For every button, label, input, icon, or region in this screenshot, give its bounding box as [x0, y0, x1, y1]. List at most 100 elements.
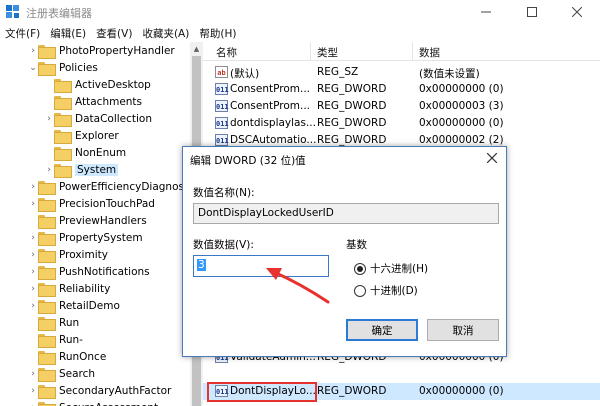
tree-item-label: RunOnce [59, 350, 107, 363]
folder-icon [38, 231, 56, 246]
folder-icon [38, 316, 56, 331]
menu-edit[interactable]: 编辑(E) [45, 26, 91, 41]
column-separator[interactable] [310, 42, 311, 61]
chevron-right-icon[interactable]: › [28, 263, 38, 280]
tree-item[interactable]: PreviewHandlers [28, 212, 147, 229]
chevron-right-icon[interactable]: › [28, 297, 38, 314]
folder-icon [54, 146, 72, 161]
folder-icon [38, 214, 56, 229]
cell-data: 0x00000000 (0) [419, 385, 504, 397]
tree-item[interactable]: ⌄ Policies [28, 59, 98, 76]
tree-item[interactable]: › DataCollection [44, 110, 152, 127]
chevron-right-icon [28, 314, 38, 331]
cancel-button[interactable]: 取消 [427, 319, 499, 341]
close-icon [572, 7, 582, 17]
tree-item[interactable]: Attachments [44, 93, 142, 110]
value-data-text: 3 [197, 259, 206, 271]
cell-name: dontdisplaylas... [230, 117, 316, 129]
radio-dec-label: 十进制(D) [370, 285, 418, 297]
radio-dec-option[interactable]: 十进制(D) [354, 283, 418, 298]
tree-item-label: PushNotifications [59, 265, 150, 278]
column-name-header[interactable]: 名称 [216, 45, 237, 60]
list-row[interactable]: ab (默认) REG_SZ (数值未设置) [203, 64, 600, 81]
cell-type: REG_DWORD [317, 385, 387, 397]
tree-item[interactable]: Explorer [44, 127, 119, 144]
value-name-label: 数值名称(N): [193, 187, 255, 199]
chevron-right-icon[interactable]: › [28, 195, 38, 212]
tree-item[interactable]: › PowerEfficiencyDiagnostic [28, 178, 197, 195]
tree-item-label: PreviewHandlers [59, 214, 147, 227]
close-window-button[interactable] [554, 0, 600, 24]
folder-icon [38, 197, 56, 212]
tree-item[interactable]: › System [44, 161, 119, 178]
tree-item[interactable]: › SecureAssessment [28, 399, 158, 406]
chevron-down-icon[interactable]: ⌄ [28, 59, 38, 76]
list-header: 名称 类型 数据 [203, 42, 600, 61]
chevron-right-icon [44, 127, 54, 144]
chevron-right-icon[interactable]: › [28, 42, 38, 59]
window-title: 注册表编辑器 [26, 7, 92, 20]
value-name-field: DontDisplayLockedUserID [193, 203, 499, 224]
tree-item[interactable]: › Reliability [28, 280, 110, 297]
column-data-header[interactable]: 数据 [419, 45, 440, 60]
cell-type: REG_DWORD [317, 134, 387, 146]
tree-item[interactable]: › PropertySystem [28, 229, 143, 246]
dialog-close-button[interactable] [482, 149, 502, 167]
cell-name: ConsentProm... [230, 100, 311, 112]
minimize-button[interactable] [463, 0, 509, 24]
maximize-icon [527, 7, 537, 17]
chevron-right-icon[interactable]: › [28, 178, 38, 195]
tree-item[interactable]: › SecondaryAuthFactor [28, 382, 171, 399]
column-separator[interactable] [412, 42, 413, 61]
radio-hex-option[interactable]: 十六进制(H) [354, 261, 428, 276]
menu-help[interactable]: 帮助(H) [194, 26, 241, 41]
radio-hex-button[interactable] [354, 262, 366, 275]
menu-file[interactable]: 文件(F) [0, 26, 45, 41]
chevron-right-icon[interactable]: › [28, 365, 38, 382]
tree-item[interactable]: › Search [28, 365, 95, 382]
chevron-right-icon[interactable]: › [28, 246, 38, 263]
tree-item-label: SecureAssessment [59, 402, 158, 406]
folder-icon [38, 401, 56, 406]
value-data-label: 数值数据(V): [193, 239, 254, 251]
chevron-right-icon[interactable]: › [28, 399, 38, 406]
tree-item[interactable]: RunOnce [28, 348, 106, 365]
tree-item[interactable]: › PhotoPropertyHandler [28, 42, 175, 59]
chevron-right-icon[interactable]: › [28, 280, 38, 297]
tree-item[interactable]: NonEnum [44, 144, 126, 161]
tree-item[interactable]: Run [28, 314, 79, 331]
tree-item-label: Reliability [59, 282, 111, 295]
radio-dec-button[interactable] [354, 284, 366, 297]
ok-button[interactable]: 确定 [346, 319, 418, 341]
maximize-button[interactable] [509, 0, 555, 24]
list-row[interactable]: 011 ConsentProm... REG_DWORD 0x00000000 (0) [203, 81, 600, 98]
chevron-right-icon[interactable]: › [44, 161, 54, 178]
edit-dword-dialog: 编辑 DWORD (32 位)值 数值名称(N): DontDisplayLoc… [182, 146, 507, 357]
chevron-right-icon [28, 331, 38, 348]
chevron-right-icon[interactable]: › [44, 110, 54, 127]
tree-item-label: PhotoPropertyHandler [59, 44, 175, 57]
menu-favorites[interactable]: 收藏夹(A) [137, 26, 194, 41]
column-type-header[interactable]: 类型 [317, 45, 338, 60]
cell-name: ConsentProm... [230, 83, 311, 95]
tree-item-label: ActiveDesktop [75, 78, 151, 91]
chevron-right-icon [44, 144, 54, 161]
list-row[interactable]: 011 ConsentProm... REG_DWORD 0x00000003 (3) [203, 98, 600, 115]
tree-item[interactable]: ActiveDesktop [44, 76, 151, 93]
folder-icon [54, 163, 72, 178]
chevron-right-icon[interactable]: › [28, 382, 38, 399]
tree-item[interactable]: › PrecisionTouchPad [28, 195, 155, 212]
tree-item[interactable]: › Proximity [28, 246, 108, 263]
tree-item[interactable]: › PushNotifications [28, 263, 150, 280]
list-row[interactable]: 011 dontdisplaylas... REG_DWORD 0x00000000 … [203, 115, 600, 132]
chevron-right-icon[interactable]: › [28, 229, 38, 246]
registry-tree: › PhotoPropertyHandler ⌄ Policies ActiveDesk… [0, 42, 203, 406]
folder-icon [38, 367, 56, 382]
tree-item[interactable]: › RetailDemo [28, 297, 120, 314]
menu-view[interactable]: 查看(V) [91, 26, 137, 41]
binary-value-icon: 011 [215, 117, 229, 129]
folder-icon [38, 61, 56, 76]
scroll-up-icon[interactable]: ▲ [190, 42, 203, 55]
tree-item[interactable]: Run- [28, 331, 83, 348]
tree-item-label: Search [59, 367, 96, 380]
